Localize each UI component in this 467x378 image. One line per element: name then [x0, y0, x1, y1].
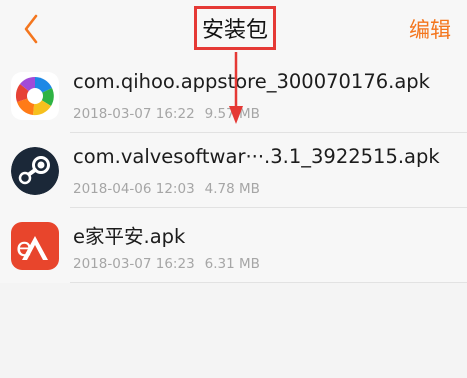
- 360-appstore-icon: [11, 72, 59, 120]
- file-date: 2018-03-07 16:22: [73, 106, 195, 122]
- file-name: com.qihoo.appstore_300070176.apk: [73, 70, 430, 93]
- file-meta: 2018-03-07 16:23 6.31 MB: [73, 256, 260, 272]
- title-highlight-box: 安装包: [194, 6, 276, 50]
- file-size: 4.78 MB: [204, 181, 260, 197]
- edit-button[interactable]: 编辑: [409, 14, 451, 44]
- steam-icon: [11, 147, 59, 195]
- back-button[interactable]: [14, 12, 50, 46]
- divider: [70, 282, 467, 283]
- page-title: 安装包: [201, 18, 268, 43]
- file-date: 2018-04-06 12:03: [73, 181, 195, 197]
- file-name: e家平安.apk: [73, 225, 186, 248]
- list-item[interactable]: e e家平安.apk 2018-03-07 16:23 6.31 MB: [0, 208, 467, 283]
- file-name: com.valvesoftwar···.3.1_3922515.apk: [73, 145, 440, 168]
- annotation-arrow-icon: [229, 52, 243, 124]
- file-meta: 2018-04-06 12:03 4.78 MB: [73, 181, 260, 197]
- list-item[interactable]: com.valvesoftwar···.3.1_3922515.apk 2018…: [0, 133, 467, 208]
- chevron-left-icon: [24, 14, 38, 44]
- file-size: 6.31 MB: [204, 256, 260, 272]
- e-jia-ping-an-icon: e: [11, 222, 59, 270]
- file-date: 2018-03-07 16:23: [73, 256, 195, 272]
